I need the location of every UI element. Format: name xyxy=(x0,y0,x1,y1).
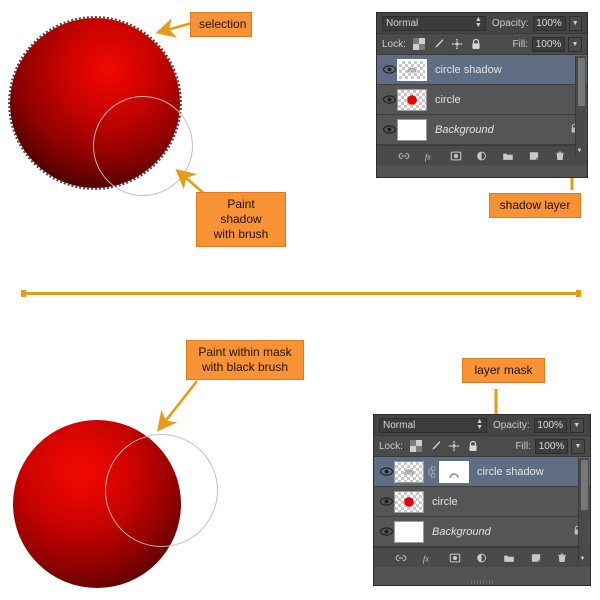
opacity-value-bottom[interactable]: 100% xyxy=(534,418,567,433)
layer-thumbnail-circle-bottom[interactable] xyxy=(394,491,424,513)
lock-all-icon[interactable] xyxy=(470,38,482,50)
layer-thumbnail-shadow-bottom[interactable] xyxy=(394,461,424,483)
lock-all-icon[interactable] xyxy=(467,440,479,452)
add-layer-mask-icon[interactable] xyxy=(449,552,461,564)
layer-name-background-bottom[interactable]: Background xyxy=(432,526,491,538)
opacity-value-top[interactable]: 100% xyxy=(533,16,566,31)
panel-scrollbar-thumb-top[interactable] xyxy=(578,58,585,106)
move-lock-icon[interactable] xyxy=(451,38,463,50)
eye-icon[interactable] xyxy=(381,95,397,104)
move-lock-icon[interactable] xyxy=(448,440,460,452)
lock-row-bottom: Lock: Fill: 100% ▼ xyxy=(374,436,590,457)
lock-label-top: Lock: xyxy=(382,39,406,50)
adjustment-layer-icon[interactable] xyxy=(476,150,488,162)
transparency-lock-icon[interactable] xyxy=(413,38,425,50)
layer-style-fx-icon[interactable]: fx xyxy=(422,552,434,564)
bottom-canvas-artwork xyxy=(13,420,223,592)
blend-mode-select-top[interactable]: Normal ▲▼ xyxy=(382,16,486,31)
blend-mode-value-bottom: Normal xyxy=(383,420,415,431)
fill-value-bottom[interactable]: 100% xyxy=(535,439,568,454)
divider-cap-left xyxy=(21,290,26,297)
opacity-caret-icon-top[interactable]: ▼ xyxy=(569,16,583,31)
illustration-canvas: selection Paint shadow with brush shadow… xyxy=(0,0,600,600)
opacity-label-bottom: Opacity: xyxy=(493,420,530,431)
layer-row-circle-top[interactable]: circle xyxy=(377,85,587,115)
chevron-updown-icon: ▲▼ xyxy=(476,419,483,431)
opacity-label-top: Opacity: xyxy=(492,18,529,29)
transparency-lock-icon[interactable] xyxy=(410,440,422,452)
layer-name-circle-shadow-top[interactable]: circle shadow xyxy=(435,64,502,76)
eye-icon[interactable] xyxy=(381,125,397,134)
layer-thumbnail-circle-top[interactable] xyxy=(397,89,427,111)
layer-name-background-top[interactable]: Background xyxy=(435,124,494,136)
callout-paint-within-mask: Paint within mask with black brush xyxy=(186,340,304,380)
svg-text:fx: fx xyxy=(425,151,431,161)
layer-style-fx-icon[interactable]: fx xyxy=(424,150,436,162)
panel-toolbar-top: fx xyxy=(377,145,587,165)
blend-mode-select-bottom[interactable]: Normal ▲▼ xyxy=(379,418,487,433)
panel-scrollbar-bottom[interactable]: ▼ xyxy=(578,458,589,564)
layer-row-background-bottom[interactable]: Background xyxy=(374,517,590,547)
layer-thumbnail-background-bottom[interactable] xyxy=(394,521,424,543)
layer-name-circle-shadow-bottom[interactable]: circle shadow xyxy=(477,466,544,478)
panel-scrollbar-thumb-bottom[interactable] xyxy=(581,460,588,510)
layer-row-circle-shadow-bottom[interactable]: circle shadow xyxy=(374,457,590,487)
brush-preview-circle-bottom xyxy=(105,434,218,547)
fill-value-top[interactable]: 100% xyxy=(532,37,565,52)
opacity-caret-icon-bottom[interactable]: ▼ xyxy=(570,418,584,433)
blend-mode-value-top: Normal xyxy=(386,18,418,29)
layer-row-circle-shadow-top[interactable]: circle shadow xyxy=(377,55,587,85)
layer-row-circle-bottom[interactable]: circle xyxy=(374,487,590,517)
layer-mask-thumbnail-bottom[interactable] xyxy=(439,461,469,483)
new-layer-icon[interactable] xyxy=(530,552,542,564)
chevron-down-icon[interactable]: ▼ xyxy=(578,555,587,563)
add-layer-mask-icon[interactable] xyxy=(450,150,462,162)
chevron-down-icon[interactable]: ▼ xyxy=(575,147,584,155)
top-canvas-artwork xyxy=(10,18,210,193)
brush-preview-circle-top xyxy=(93,96,193,196)
panel-resize-grip[interactable] xyxy=(471,580,493,584)
fill-caret-icon-top[interactable]: ▼ xyxy=(568,37,582,52)
eye-icon[interactable] xyxy=(381,65,397,74)
svg-text:fx: fx xyxy=(423,553,429,563)
panel-toolbar-bottom: fx xyxy=(374,547,590,567)
callout-paint-shadow: Paint shadow with brush xyxy=(196,192,286,247)
delete-layer-icon[interactable] xyxy=(554,150,566,162)
mask-link-icon[interactable] xyxy=(426,466,437,478)
panel-scrollbar-top[interactable]: ▼ xyxy=(575,56,586,156)
brush-lock-icon[interactable] xyxy=(429,440,441,452)
eye-icon[interactable] xyxy=(378,527,394,536)
new-group-icon[interactable] xyxy=(502,150,514,162)
layer-row-background-top[interactable]: Background xyxy=(377,115,587,145)
chevron-updown-icon: ▲▼ xyxy=(475,17,482,29)
layers-panel-top[interactable]: Normal ▲▼ Opacity: 100% ▼ Lock: xyxy=(376,12,588,178)
link-layers-icon[interactable] xyxy=(395,552,407,564)
link-layers-icon[interactable] xyxy=(398,150,410,162)
blend-mode-row-bottom: Normal ▲▼ Opacity: 100% ▼ xyxy=(374,415,590,436)
layer-name-circle-top[interactable]: circle xyxy=(435,94,461,106)
delete-layer-icon[interactable] xyxy=(556,552,568,564)
brush-lock-icon[interactable] xyxy=(432,38,444,50)
layers-panel-bottom[interactable]: Normal ▲▼ Opacity: 100% ▼ Lock: xyxy=(373,414,591,586)
callout-shadow-layer: shadow layer xyxy=(489,193,581,218)
callout-layer-mask: layer mask xyxy=(462,358,545,383)
section-divider xyxy=(22,292,580,295)
eye-icon[interactable] xyxy=(378,467,394,476)
layer-thumbnail-background-top[interactable] xyxy=(397,119,427,141)
fill-caret-icon-bottom[interactable]: ▼ xyxy=(571,439,585,454)
divider-cap-right xyxy=(576,290,581,297)
layer-name-circle-bottom[interactable]: circle xyxy=(432,496,458,508)
lock-row-top: Lock: Fill: 100% ▼ xyxy=(377,34,587,55)
lock-label-bottom: Lock: xyxy=(379,441,403,452)
eye-icon[interactable] xyxy=(378,497,394,506)
blend-mode-row-top: Normal ▲▼ Opacity: 100% ▼ xyxy=(377,13,587,34)
callout-selection: selection xyxy=(190,12,252,37)
fill-label-top: Fill: xyxy=(512,39,528,50)
new-group-icon[interactable] xyxy=(503,552,515,564)
layer-thumbnail-shadow-top[interactable] xyxy=(397,59,427,81)
new-layer-icon[interactable] xyxy=(528,150,540,162)
fill-label-bottom: Fill: xyxy=(515,441,531,452)
adjustment-layer-icon[interactable] xyxy=(476,552,488,564)
